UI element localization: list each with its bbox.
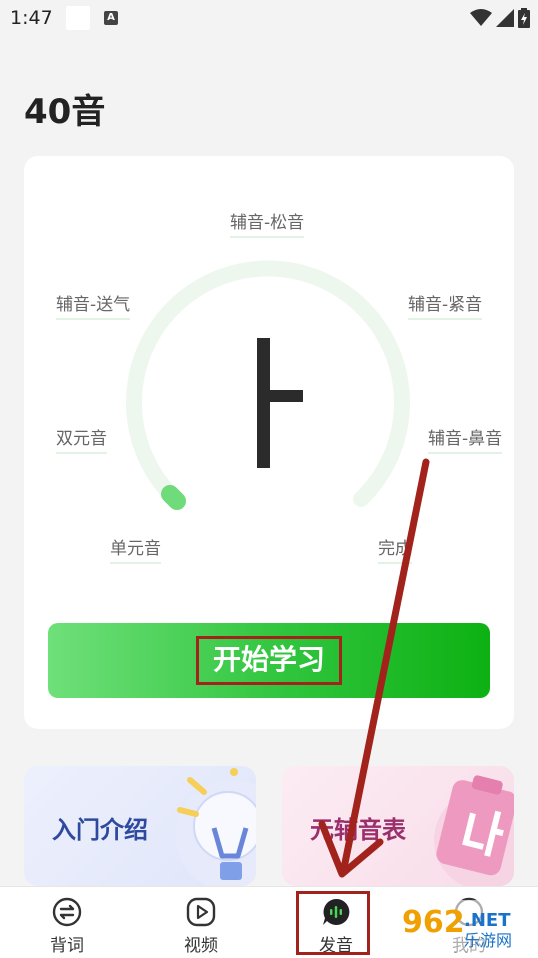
signal-icon [496, 9, 514, 27]
gauge-label-monophthong[interactable]: 单元音 [110, 534, 161, 564]
intro-card[interactable]: 入门介绍 [24, 766, 256, 886]
site-watermark: 962 .NET 乐游网 [398, 900, 532, 952]
swap-arrows-icon [52, 897, 82, 927]
lightbulb-icon [176, 768, 256, 886]
chart-card[interactable]: 元辅音表 [282, 766, 514, 886]
current-letter-glyph: ㅏ [257, 338, 303, 468]
gauge-label-tense[interactable]: 辅音-紧音 [408, 290, 483, 320]
clipboard-icon [434, 775, 514, 886]
nav-item-video[interactable]: 视频 [156, 887, 246, 958]
play-circle-icon [186, 897, 216, 927]
status-bar: 1:47 A [0, 0, 538, 36]
status-time: 1:47 [10, 7, 53, 29]
gauge-label-nasal[interactable]: 辅音-鼻音 [428, 424, 503, 454]
status-icons [470, 8, 530, 28]
svg-text:.NET: .NET [464, 910, 511, 931]
gauge-label-diphthong[interactable]: 双元音 [56, 424, 107, 454]
annotation-highlight-box [296, 891, 370, 955]
page-title: 40音 [24, 92, 106, 132]
gauge-label-complete[interactable]: 完成 [378, 534, 412, 564]
gauge-label-aspirated[interactable]: 辅音-送气 [56, 290, 131, 320]
start-learning-label: 开始学习 [195, 636, 342, 685]
start-learning-button[interactable]: 开始学习 [48, 623, 490, 698]
gauge-label-relaxed[interactable]: 辅音-松音 [230, 208, 305, 238]
nav-label-video: 视频 [184, 936, 218, 956]
intro-card-title: 入门介绍 [52, 816, 148, 844]
gauge-progress-dot [161, 485, 186, 510]
notification-a-icon: A [104, 11, 118, 25]
notification-app-icon [66, 6, 90, 30]
nav-label-words: 背词 [50, 936, 84, 956]
nav-item-words[interactable]: 背词 [22, 887, 112, 958]
chart-card-title: 元辅音表 [310, 816, 406, 844]
wifi-icon [470, 9, 492, 26]
svg-text:乐游网: 乐游网 [464, 931, 512, 950]
progress-card: 辅音-松音 辅音-送气 辅音-紧音 双元音 辅音-鼻音 单元音 完成 ㅏ 开始学… [24, 156, 514, 729]
battery-icon [518, 8, 530, 28]
svg-text:962: 962 [402, 905, 465, 940]
